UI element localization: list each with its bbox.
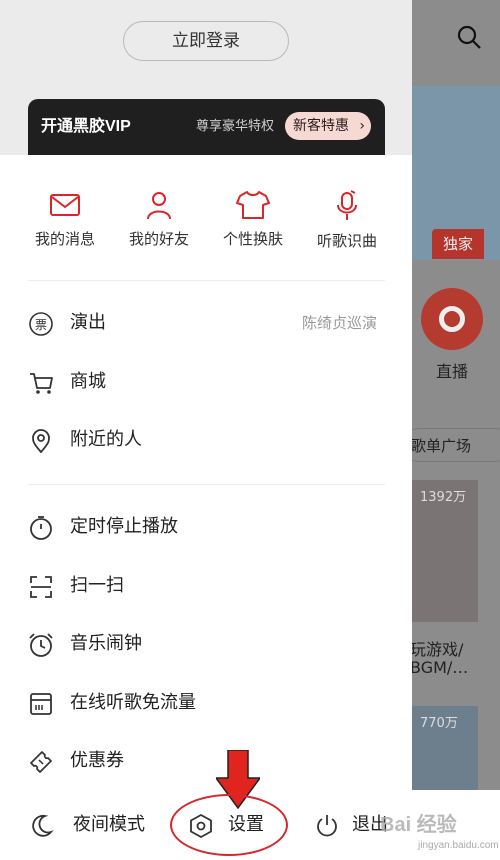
baidu-watermark-url: jingyan.baidu.com: [418, 840, 499, 851]
search-icon[interactable]: [456, 24, 482, 50]
play-count: 1392万: [420, 490, 467, 505]
quick-action-label: 我的消息: [34, 230, 95, 248]
user-icon: [147, 192, 171, 220]
quick-action-label: 个性换肤: [222, 230, 283, 248]
menu-item-label: 商城: [70, 371, 106, 392]
sim-card-icon: [30, 693, 52, 715]
menu-item-sleep-timer[interactable]: 定时停止播放: [28, 507, 385, 547]
playlist-title-line2: BGM/…: [410, 658, 469, 677]
location-icon: [32, 429, 50, 454]
menu-item-coupons[interactable]: 优惠券: [28, 741, 385, 781]
playlist-title-line1: 玩游戏/: [410, 640, 464, 659]
night-mode-label: 夜间模式: [73, 814, 145, 835]
moon-icon: [32, 814, 54, 837]
quick-action-song-recognition[interactable]: 听歌识曲: [302, 190, 392, 251]
menu-item-nearby[interactable]: 附近的人: [28, 420, 385, 460]
live-icon[interactable]: [421, 288, 483, 350]
live-label: 直播: [436, 362, 469, 381]
divider: [28, 280, 385, 281]
menu-item-music-alarm[interactable]: 音乐闹钟: [28, 624, 385, 664]
cart-icon: [30, 373, 53, 394]
vip-banner[interactable]: 开通黑胶VIP 尊享豪华特权 新客特惠 ›: [28, 99, 385, 155]
tshirt-icon: [236, 191, 270, 219]
menu-item-free-data[interactable]: 在线听歌免流量: [28, 683, 385, 723]
menu-item-label: 演出: [70, 312, 106, 333]
quick-action-friends[interactable]: 我的好友: [114, 190, 204, 249]
side-drawer: 立即登录 开通黑胶VIP 尊享豪华特权 新客特惠 › 我的消息 我的好友 个性换…: [0, 0, 412, 860]
music-mic-icon: [337, 190, 357, 220]
vip-subtitle: 尊享豪华特权: [196, 119, 275, 134]
menu-item-label: 定时停止播放: [70, 516, 178, 537]
menu-item-label: 扫一扫: [70, 575, 124, 596]
highlight-ellipse: [170, 794, 288, 856]
coupon-icon: [30, 751, 52, 773]
login-button[interactable]: 立即登录: [123, 21, 289, 61]
exclusive-badge: 独家: [432, 229, 484, 259]
drawer-header: 立即登录 开通黑胶VIP 尊享豪华特权 新客特惠 ›: [0, 0, 412, 155]
quick-action-label: 听歌识曲: [316, 232, 377, 250]
ticket-glyph: 票: [35, 318, 47, 332]
quick-action-label: 我的好友: [128, 230, 189, 248]
menu-item-label: 音乐闹钟: [70, 633, 142, 654]
quick-action-messages[interactable]: 我的消息: [20, 190, 110, 249]
divider: [28, 484, 385, 485]
timer-icon: [30, 516, 52, 540]
vip-offer-label: 新客特惠: [293, 118, 349, 134]
vip-offer-button[interactable]: 新客特惠 ›: [285, 112, 371, 140]
menu-item-label: 优惠券: [70, 750, 124, 771]
power-icon: [317, 815, 337, 837]
scan-icon: [30, 576, 52, 598]
playlist-square-button[interactable]: 歌单广场: [402, 428, 500, 462]
alarm-icon: [29, 633, 53, 657]
quick-action-skin[interactable]: 个性换肤: [208, 190, 298, 249]
ticket-icon: 票: [29, 312, 53, 336]
menu-item-scan[interactable]: 扫一扫: [28, 566, 385, 606]
night-mode-button[interactable]: 夜间模式: [28, 790, 158, 860]
play-count-2: 770万: [420, 716, 458, 731]
vip-title: 开通黑胶VIP: [41, 118, 131, 135]
chevron-right-icon: ›: [359, 118, 365, 134]
menu-item-detail: 陈绮贞巡演: [301, 314, 377, 332]
mail-icon: [50, 194, 80, 216]
baidu-watermark: Bai 经验: [380, 814, 457, 836]
menu-item-mall[interactable]: 商城: [28, 362, 385, 402]
menu-item-label: 附近的人: [70, 429, 142, 450]
menu-item-label: 在线听歌免流量: [70, 692, 196, 713]
menu-item-shows[interactable]: 票 演出 陈绮贞巡演: [28, 303, 385, 343]
